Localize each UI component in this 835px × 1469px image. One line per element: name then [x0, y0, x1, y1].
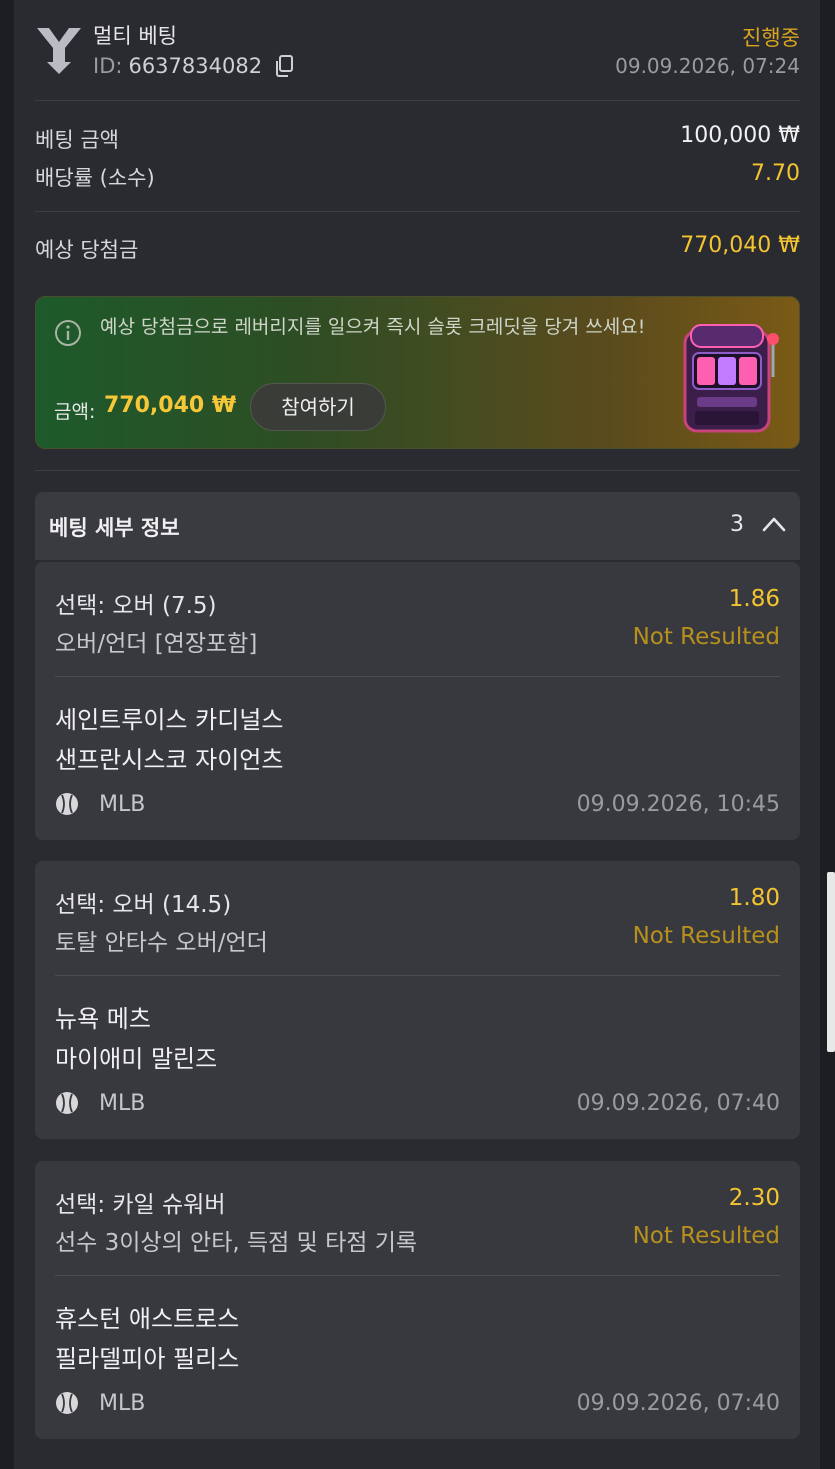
baseball-icon	[56, 793, 78, 815]
home-team: 뉴욕 메츠	[55, 1005, 151, 1033]
bet-selection-card: 선택: 카일 슈워버 선수 3이상의 안타, 득점 및 타점 기록 2.30 N…	[35, 1161, 800, 1439]
away-team: 필라델피아 필리스	[55, 1345, 240, 1373]
bet-selection-card: 선택: 오버 (14.5) 토탈 안타수 오버/언더 1.80 Not Resu…	[35, 861, 800, 1139]
event-datetime: 09.09.2026, 07:40	[576, 1391, 780, 1416]
divider	[35, 100, 800, 101]
promo-text: 예상 당첨금으로 레버리지를 일으켜 즉시 슬롯 크레딧을 당겨 쓰세요!	[100, 316, 646, 338]
bet-id-value: 6637834082	[128, 54, 263, 78]
join-button[interactable]: 참여하기	[250, 383, 386, 431]
bet-details-title: 베팅 세부 정보	[49, 516, 180, 540]
card-divider	[55, 975, 780, 976]
league: MLB	[99, 1091, 146, 1116]
odds-label: 배당률 (소수)	[35, 166, 155, 190]
bet-datetime: 09.09.2026, 07:24	[615, 54, 800, 78]
chevron-up-icon	[762, 517, 786, 532]
selection: 선택: 오버 (7.5)	[55, 593, 217, 619]
selection-status: Not Resulted	[632, 923, 780, 949]
away-team: 마이애미 말린즈	[55, 1045, 218, 1073]
selection-status: Not Resulted	[632, 624, 780, 650]
selection: 선택: 오버 (14.5)	[55, 892, 232, 918]
promo-amount-label: 금액:	[54, 401, 96, 423]
market: 토탈 안타수 오버/언더	[55, 930, 268, 956]
bet-status: 진행중	[742, 26, 800, 50]
brand-logo-icon	[37, 28, 81, 74]
odds-value: 7.70	[751, 161, 800, 186]
scrollbar-thumb[interactable]	[827, 872, 835, 1052]
bet-details-toggle[interactable]: 베팅 세부 정보 3	[35, 492, 800, 560]
divider	[35, 470, 800, 471]
selection-odds: 2.30	[728, 1185, 780, 1211]
slot-credit-promo: 예상 당첨금으로 레버리지를 일으켜 즉시 슬롯 크레딧을 당겨 쓰세요! 금액…	[35, 296, 800, 449]
payout-label: 예상 당첨금	[35, 238, 139, 262]
selection: 선택: 카일 슈워버	[55, 1192, 226, 1218]
league: MLB	[99, 792, 146, 817]
event-datetime: 09.09.2026, 07:40	[576, 1091, 780, 1116]
copy-icon[interactable]	[274, 55, 294, 77]
market: 선수 3이상의 안타, 득점 및 타점 기록	[55, 1230, 418, 1256]
league: MLB	[99, 1391, 146, 1416]
stake-label: 베팅 금액	[35, 128, 119, 152]
market: 오버/언더 [연장포함]	[55, 631, 258, 657]
bet-details-count: 3	[730, 512, 744, 537]
baseball-icon	[56, 1092, 78, 1114]
bet-id: ID: 6637834082	[93, 54, 294, 78]
card-divider	[55, 676, 780, 677]
home-team: 세인트루이스 카디널스	[55, 706, 284, 734]
divider	[35, 211, 800, 212]
selection-odds: 1.86	[728, 586, 780, 612]
promo-amount-value: 770,040 ₩	[104, 393, 237, 418]
away-team: 샌프란시스코 자이언츠	[55, 746, 284, 774]
bet-id-label: ID:	[93, 54, 123, 78]
card-divider	[55, 1275, 780, 1276]
home-team: 휴스턴 애스트로스	[55, 1305, 240, 1333]
bet-selection-card: 선택: 오버 (7.5) 오버/언더 [연장포함] 1.86 Not Resul…	[35, 562, 800, 840]
stake-value: 100,000 ₩	[680, 123, 800, 148]
selection-status: Not Resulted	[632, 1223, 780, 1249]
info-icon	[55, 320, 81, 346]
baseball-icon	[56, 1392, 78, 1414]
payout-value: 770,040 ₩	[680, 233, 800, 258]
slot-machine-icon	[683, 324, 779, 433]
event-datetime: 09.09.2026, 10:45	[576, 792, 780, 817]
bet-type-title: 멀티 베팅	[93, 24, 177, 48]
selection-odds: 1.80	[728, 885, 780, 911]
